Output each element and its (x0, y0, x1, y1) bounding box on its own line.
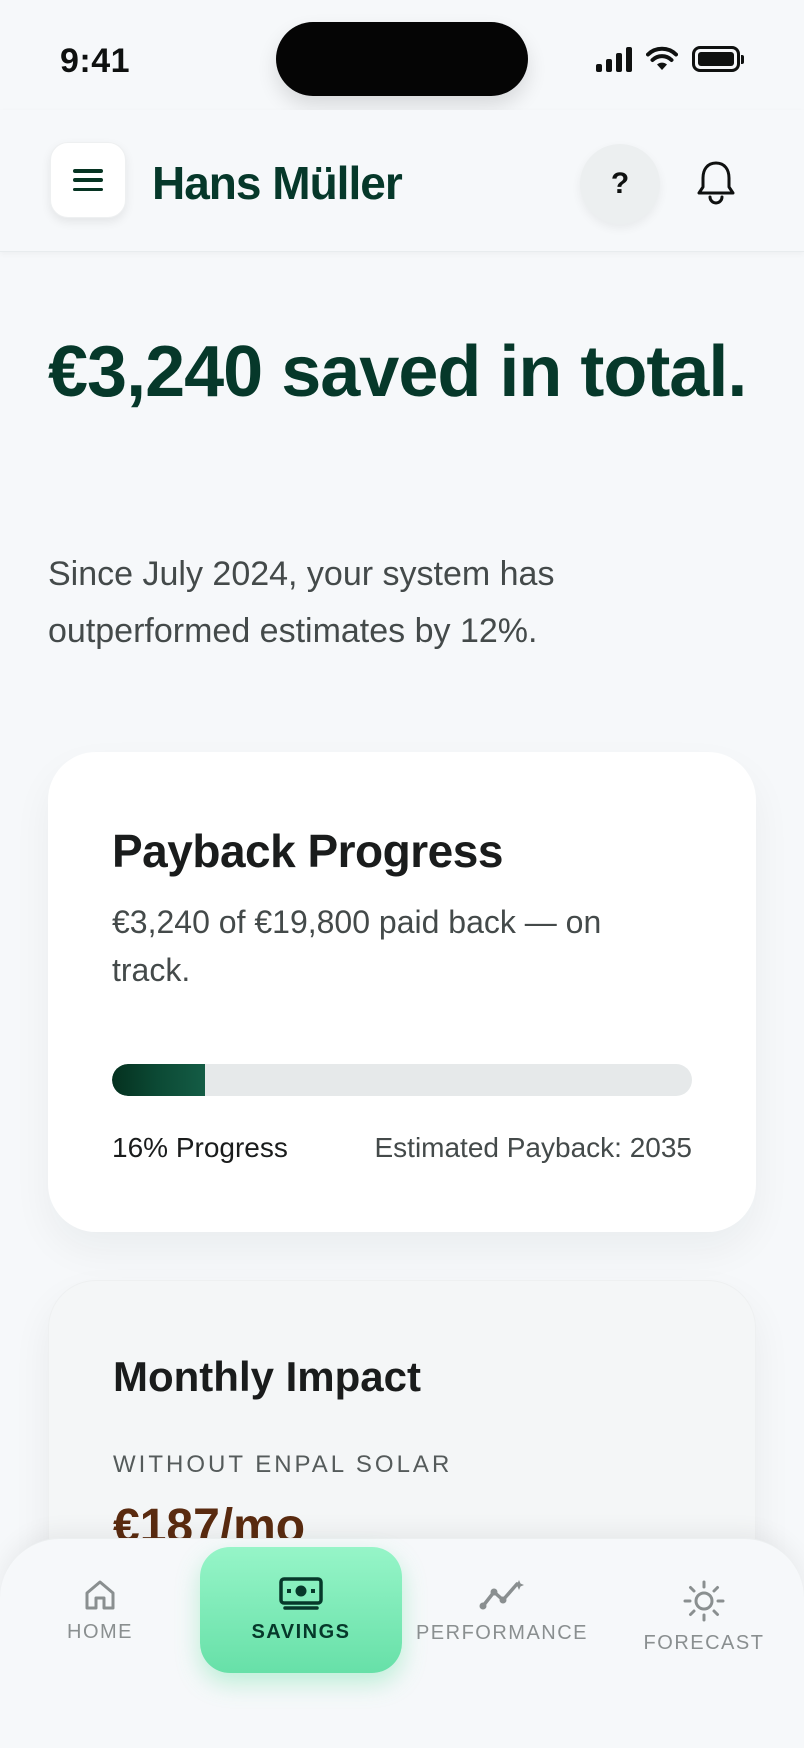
trend-icon (479, 1579, 524, 1609)
nav-item-forecast[interactable]: FORECAST (614, 1555, 794, 1679)
notifications-button[interactable] (690, 152, 742, 212)
sun-icon (683, 1580, 725, 1621)
money-icon (279, 1576, 323, 1610)
payback-title: Payback Progress (112, 825, 503, 877)
wifi-icon (646, 46, 678, 70)
nav-item-savings[interactable]: SAVINGS (200, 1547, 402, 1673)
hamburger-icon (73, 169, 103, 191)
cellular-signal-icon (596, 46, 632, 72)
battery-icon (692, 46, 744, 72)
bell-icon (697, 161, 735, 205)
bottom-navigation: HOME SAVINGS PERFORMANCE FORECAST (0, 1538, 804, 1748)
nav-label-forecast: FORECAST (643, 1631, 765, 1654)
savings-headline: €3,240 saved in total. (48, 332, 747, 412)
payback-description: €3,240 of €19,800 paid back — on track. (112, 904, 602, 988)
payback-progress-bar (112, 1064, 692, 1096)
payback-progress-fill (112, 1064, 205, 1096)
estimated-payback-label: Estimated Payback: 2035 (374, 1132, 692, 1163)
without-solar-label: WITHOUT ENPAL SOLAR (113, 1451, 453, 1478)
nav-label-home: HOME (67, 1620, 133, 1643)
status-time: 9:41 (60, 42, 131, 80)
app-screen: 9:41 Hans Müller ? €3,240 saved in total… (0, 0, 804, 1748)
nav-item-home[interactable]: HOME (10, 1549, 190, 1673)
payback-progress-card: Payback Progress €3,240 of €19,800 paid … (48, 752, 756, 1232)
monthly-impact-title: Monthly Impact (113, 1353, 422, 1400)
status-icons (596, 46, 744, 72)
savings-subtitle: Since July 2024, your system has outperf… (48, 555, 555, 650)
status-bar: 9:41 (0, 0, 804, 110)
nav-label-performance: PERFORMANCE (415, 1621, 589, 1644)
menu-button[interactable] (50, 142, 126, 218)
help-button[interactable]: ? (580, 144, 660, 224)
nav-item-performance[interactable]: PERFORMANCE (412, 1549, 592, 1673)
app-header: Hans Müller ? (0, 110, 804, 252)
progress-percent-label: 16% Progress (112, 1132, 288, 1163)
nav-label-savings: SAVINGS (251, 1620, 351, 1643)
home-icon (85, 1580, 115, 1609)
user-name: Hans Müller (152, 157, 403, 209)
dynamic-island (276, 22, 528, 96)
